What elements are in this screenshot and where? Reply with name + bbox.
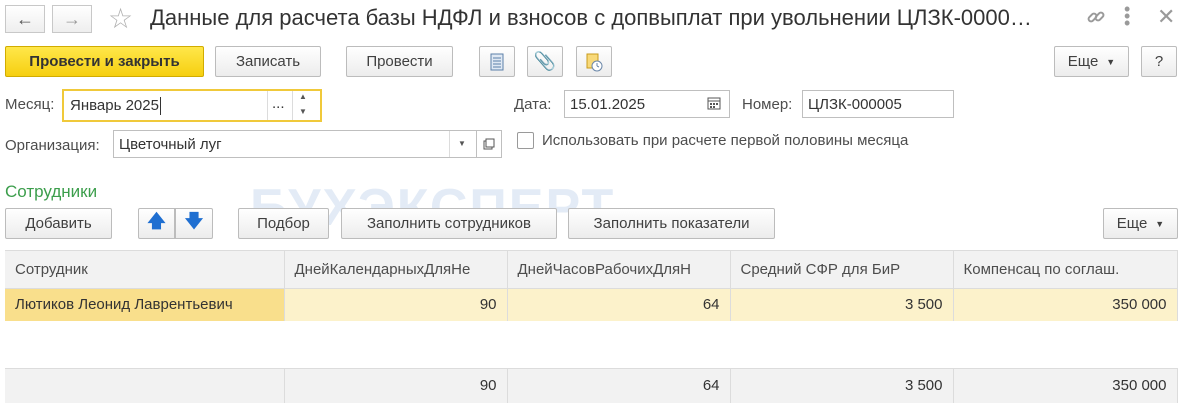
organization-label: Организация:	[5, 137, 100, 154]
table-totals-row: 90 64 3 500 350 000	[5, 368, 1178, 403]
date-field[interactable]: 15.01.2025	[564, 90, 730, 118]
open-window-icon	[483, 138, 495, 150]
first-half-label: Использовать при расчете первой половины…	[542, 132, 909, 149]
organization-dropdown-icon[interactable]: ▼	[458, 139, 466, 148]
report-list-icon	[490, 53, 504, 70]
total-compensation: 350 000	[953, 368, 1178, 403]
column-header-employee[interactable]: Сотрудник	[5, 250, 285, 289]
column-header-days-working[interactable]: ДнейЧасовРабочихДляН	[507, 250, 731, 289]
dropdown-caret-icon: ▼	[1106, 56, 1116, 67]
arrow-left-icon: ←	[16, 8, 34, 29]
document-clock-icon	[586, 53, 603, 71]
totals-label-cell	[5, 368, 285, 403]
column-header-days-calendar[interactable]: ДнейКалендарныхДляНе	[284, 250, 508, 289]
organization-value: Цветочный луг	[119, 135, 222, 153]
month-down-arrow-icon[interactable]: ▼	[299, 107, 307, 116]
arrow-down-icon: 🡇	[184, 210, 204, 231]
organization-field[interactable]: Цветочный луг ▼	[113, 130, 477, 158]
text-cursor	[159, 96, 161, 115]
fill-indicators-button[interactable]: Заполнить показатели	[568, 208, 775, 239]
table-empty-area	[5, 320, 1177, 369]
move-up-button[interactable]: 🡅	[138, 208, 175, 239]
column-header-avg-sfr[interactable]: Средний СФР для БиР	[730, 250, 954, 289]
more-vertical-icon[interactable]: • • •	[1124, 0, 1130, 32]
cell-days-calendar[interactable]: 90	[284, 288, 508, 321]
first-half-checkbox[interactable]	[517, 132, 534, 149]
move-down-button[interactable]: 🡇	[175, 208, 213, 239]
employees-section-title: Сотрудники	[5, 182, 98, 201]
month-label: Месяц:	[5, 96, 55, 113]
employees-more-button[interactable]: Еще ▼	[1103, 208, 1178, 239]
total-days-working: 64	[507, 368, 731, 403]
attach-button[interactable]: 📎	[527, 46, 563, 77]
history-button[interactable]	[576, 46, 612, 77]
link-icon[interactable]	[1085, 6, 1107, 28]
table-row[interactable]: Лютиков Леонид Лаврентьевич 90 64 3 500 …	[5, 288, 1178, 321]
back-button[interactable]: ←	[5, 5, 45, 33]
cell-employee[interactable]: Лютиков Леонид Лаврентьевич	[5, 288, 285, 321]
calendar-icon[interactable]	[707, 96, 721, 114]
arrow-up-icon: 🡅	[147, 210, 166, 231]
help-button[interactable]: ?	[1141, 46, 1177, 77]
cell-avg-sfr[interactable]: 3 500	[730, 288, 954, 321]
number-label: Номер:	[742, 96, 793, 113]
table-header-row: Сотрудник ДнейКалендарныхДляНе ДнейЧасов…	[5, 250, 1178, 289]
fill-employees-button[interactable]: Заполнить сотрудников	[341, 208, 557, 239]
paperclip-icon: 📎	[533, 51, 557, 71]
page-title: Данные для расчета базы НДФЛ и взносов с…	[150, 5, 1032, 30]
dropdown-caret-icon: ▼	[1155, 218, 1165, 229]
forward-button[interactable]: →	[52, 5, 92, 33]
date-value: 15.01.2025	[570, 95, 646, 113]
employees-more-label: Еще	[1116, 215, 1148, 232]
favorite-star-icon[interactable]: ☆	[108, 2, 133, 35]
post-and-close-button[interactable]: Провести и закрыть	[5, 46, 204, 77]
arrow-right-icon: →	[63, 8, 81, 29]
select-employees-button[interactable]: Подбор	[238, 208, 329, 239]
select-month-button[interactable]: ...	[272, 95, 285, 112]
date-label: Дата:	[514, 96, 552, 113]
month-up-arrow-icon[interactable]: ▲	[299, 92, 307, 101]
number-field[interactable]: ЦЛЗК-000005	[802, 90, 954, 118]
save-button[interactable]: Записать	[215, 46, 321, 77]
column-header-compensation[interactable]: Компенсац по соглаш.	[953, 250, 1178, 289]
more-menu-button[interactable]: Еще ▼	[1054, 46, 1129, 77]
add-employee-button[interactable]: Добавить	[5, 208, 112, 239]
total-days-calendar: 90	[284, 368, 508, 403]
employees-table[interactable]: Сотрудник ДнейКалендарныхДляНе ДнейЧасов…	[5, 250, 1178, 403]
post-button[interactable]: Провести	[346, 46, 453, 77]
more-label: Еще	[1067, 53, 1099, 70]
document-list-button[interactable]	[479, 46, 515, 77]
month-field[interactable]: Январь 2025 ... ▲ ▼	[62, 89, 322, 122]
total-avg-sfr: 3 500	[730, 368, 954, 403]
cell-compensation[interactable]: 350 000	[953, 288, 1178, 321]
month-value: Январь 2025	[70, 97, 159, 114]
cell-days-working[interactable]: 64	[507, 288, 731, 321]
close-icon[interactable]: ✕	[1157, 4, 1175, 30]
open-organization-button[interactable]	[477, 130, 502, 158]
